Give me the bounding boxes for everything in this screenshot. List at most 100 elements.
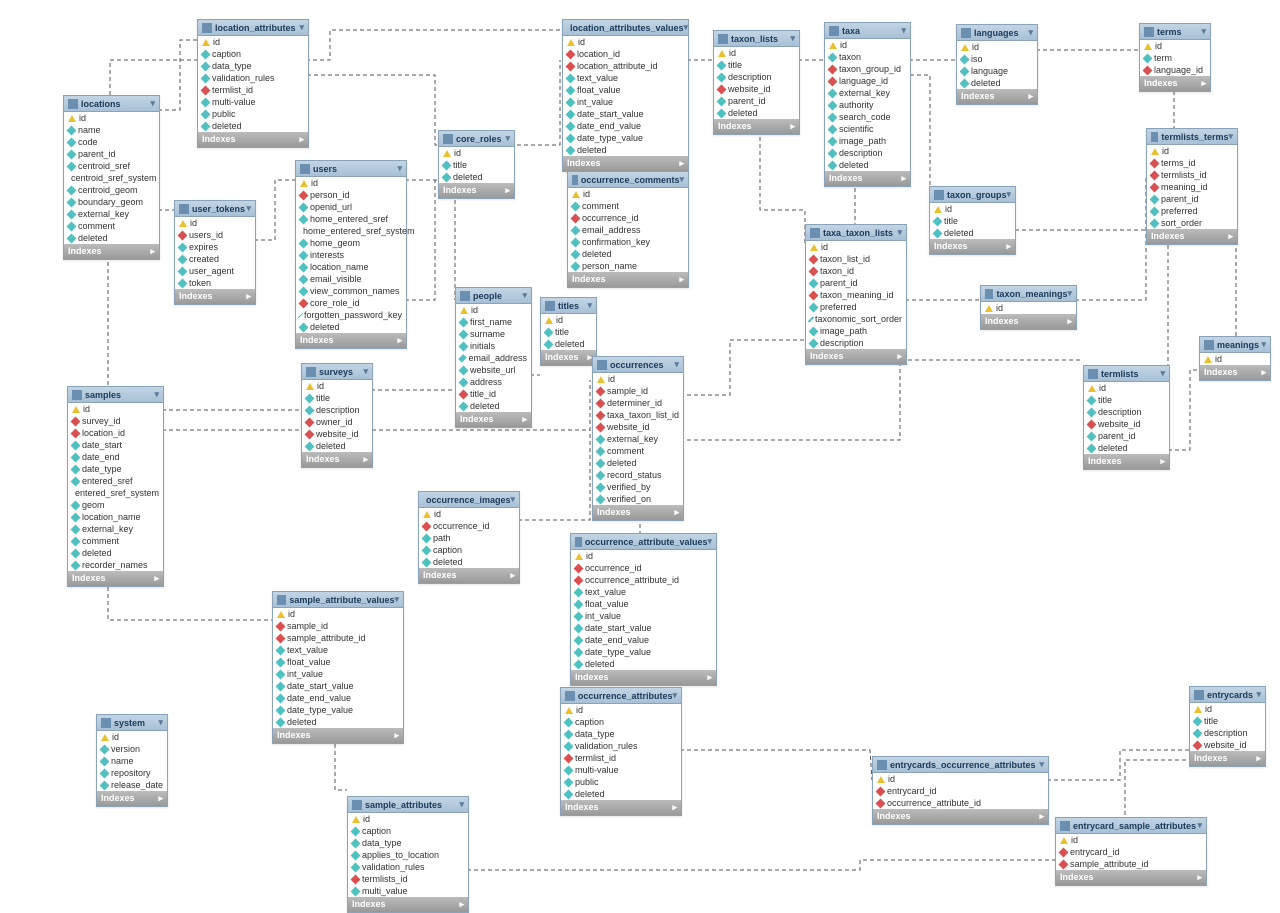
- table-header[interactable]: core_roles: [439, 131, 514, 147]
- column-sort_order[interactable]: sort_order: [1147, 217, 1237, 229]
- indexes-section[interactable]: Indexes: [348, 897, 468, 912]
- column-user_agent[interactable]: user_agent: [175, 265, 255, 277]
- table-surveys[interactable]: surveysidtitledescriptionowner_idwebsite…: [301, 363, 373, 468]
- column-description[interactable]: description: [1084, 406, 1169, 418]
- table-header[interactable]: users: [296, 161, 406, 177]
- column-version[interactable]: version: [97, 743, 167, 755]
- table-core_roles[interactable]: core_rolesidtitledeletedIndexes: [438, 130, 515, 199]
- table-header[interactable]: languages: [957, 25, 1037, 41]
- column-id[interactable]: id: [68, 403, 163, 415]
- column-home_entered_sref_system[interactable]: home_entered_sref_system: [296, 225, 406, 237]
- indexes-section[interactable]: Indexes: [568, 272, 688, 287]
- column-date_end_value[interactable]: date_end_value: [571, 634, 716, 646]
- column-id[interactable]: id: [439, 147, 514, 159]
- column-deleted[interactable]: deleted: [568, 248, 688, 260]
- column-id[interactable]: id: [1190, 703, 1265, 715]
- column-id[interactable]: id: [97, 731, 167, 743]
- indexes-section[interactable]: Indexes: [714, 119, 799, 134]
- table-sample_attribute_values[interactable]: sample_attribute_valuesidsample_idsample…: [272, 591, 404, 744]
- column-occurrence_id[interactable]: occurrence_id: [571, 562, 716, 574]
- table-header[interactable]: surveys: [302, 364, 372, 380]
- indexes-section[interactable]: Indexes: [571, 670, 716, 685]
- table-users[interactable]: usersidperson_idopenid_urlhome_entered_s…: [295, 160, 407, 349]
- column-id[interactable]: id: [1056, 834, 1206, 846]
- column-entered_sref_system[interactable]: entered_sref_system: [68, 487, 163, 499]
- column-website_id[interactable]: website_id: [593, 421, 683, 433]
- column-taxa_taxon_list_id[interactable]: taxa_taxon_list_id: [593, 409, 683, 421]
- table-sample_attributes[interactable]: sample_attributesidcaptiondata_typeappli…: [347, 796, 469, 913]
- column-multi-value[interactable]: multi-value: [198, 96, 308, 108]
- column-deleted[interactable]: deleted: [561, 788, 681, 800]
- column-id[interactable]: id: [1084, 382, 1169, 394]
- column-id[interactable]: id: [1147, 145, 1237, 157]
- table-header[interactable]: occurrence_attributes: [561, 688, 681, 704]
- column-id[interactable]: id: [561, 704, 681, 716]
- column-comment[interactable]: comment: [593, 445, 683, 457]
- column-caption[interactable]: caption: [419, 544, 519, 556]
- column-title[interactable]: title: [1190, 715, 1265, 727]
- column-id[interactable]: id: [593, 373, 683, 385]
- column-core_role_id[interactable]: core_role_id: [296, 297, 406, 309]
- column-text_value[interactable]: text_value: [273, 644, 403, 656]
- column-date_end[interactable]: date_end: [68, 451, 163, 463]
- column-description[interactable]: description: [714, 71, 799, 83]
- column-date_type_value[interactable]: date_type_value: [563, 132, 688, 144]
- table-header[interactable]: system: [97, 715, 167, 731]
- column-id[interactable]: id: [456, 304, 531, 316]
- column-description[interactable]: description: [806, 337, 906, 349]
- indexes-section[interactable]: Indexes: [273, 728, 403, 743]
- column-email_visible[interactable]: email_visible: [296, 273, 406, 285]
- indexes-section[interactable]: Indexes: [419, 568, 519, 583]
- indexes-section[interactable]: Indexes: [825, 171, 910, 186]
- column-comment[interactable]: comment: [64, 220, 159, 232]
- column-interests[interactable]: interests: [296, 249, 406, 261]
- column-description[interactable]: description: [825, 147, 910, 159]
- column-token[interactable]: token: [175, 277, 255, 289]
- column-float_value[interactable]: float_value: [563, 84, 688, 96]
- column-id[interactable]: id: [273, 608, 403, 620]
- column-taxon_meaning_id[interactable]: taxon_meaning_id: [806, 289, 906, 301]
- table-taxa[interactable]: taxaidtaxontaxon_group_idlanguage_idexte…: [824, 22, 911, 187]
- column-parent_id[interactable]: parent_id: [1147, 193, 1237, 205]
- table-header[interactable]: titles: [541, 298, 596, 314]
- column-language_id[interactable]: language_id: [1140, 64, 1210, 76]
- column-date_start_value[interactable]: date_start_value: [273, 680, 403, 692]
- column-geom[interactable]: geom: [68, 499, 163, 511]
- table-header[interactable]: terms: [1140, 24, 1210, 40]
- column-authority[interactable]: authority: [825, 99, 910, 111]
- indexes-section[interactable]: Indexes: [1056, 870, 1206, 885]
- indexes-section[interactable]: Indexes: [1084, 454, 1169, 469]
- table-header[interactable]: taxon_groups: [930, 187, 1015, 203]
- indexes-section[interactable]: Indexes: [593, 505, 683, 520]
- table-entrycard_sample_attributes[interactable]: entrycard_sample_attributesidentrycard_i…: [1055, 817, 1207, 886]
- indexes-section[interactable]: Indexes: [68, 571, 163, 586]
- column-caption[interactable]: caption: [561, 716, 681, 728]
- column-title_id[interactable]: title_id: [456, 388, 531, 400]
- column-image_path[interactable]: image_path: [806, 325, 906, 337]
- table-locations[interactable]: locationsidnamecodeparent_idcentroid_sre…: [63, 95, 160, 260]
- table-people[interactable]: peopleidfirst_namesurnameinitialsemail_a…: [455, 287, 532, 428]
- column-forgotten_password_key[interactable]: forgotten_password_key: [296, 309, 406, 321]
- column-termlist_id[interactable]: termlist_id: [561, 752, 681, 764]
- column-website_id[interactable]: website_id: [1084, 418, 1169, 430]
- table-header[interactable]: location_attributes: [198, 20, 308, 36]
- table-header[interactable]: termlists: [1084, 366, 1169, 382]
- column-name[interactable]: name: [64, 124, 159, 136]
- column-id[interactable]: id: [957, 41, 1037, 53]
- column-location_name[interactable]: location_name: [296, 261, 406, 273]
- column-taxon_group_id[interactable]: taxon_group_id: [825, 63, 910, 75]
- column-sample_attribute_id[interactable]: sample_attribute_id: [273, 632, 403, 644]
- column-int_value[interactable]: int_value: [273, 668, 403, 680]
- table-header[interactable]: entrycards: [1190, 687, 1265, 703]
- column-description[interactable]: description: [1190, 727, 1265, 739]
- table-occurrence_attributes[interactable]: occurrence_attributesidcaptiondata_typev…: [560, 687, 682, 816]
- column-parent_id[interactable]: parent_id: [714, 95, 799, 107]
- column-validation_rules[interactable]: validation_rules: [348, 861, 468, 873]
- column-person_id[interactable]: person_id: [296, 189, 406, 201]
- table-occurrence_attribute_values[interactable]: occurrence_attribute_valuesidoccurrence_…: [570, 533, 717, 686]
- column-parent_id[interactable]: parent_id: [64, 148, 159, 160]
- column-title[interactable]: title: [930, 215, 1015, 227]
- column-deleted[interactable]: deleted: [456, 400, 531, 412]
- column-text_value[interactable]: text_value: [571, 586, 716, 598]
- column-id[interactable]: id: [1140, 40, 1210, 52]
